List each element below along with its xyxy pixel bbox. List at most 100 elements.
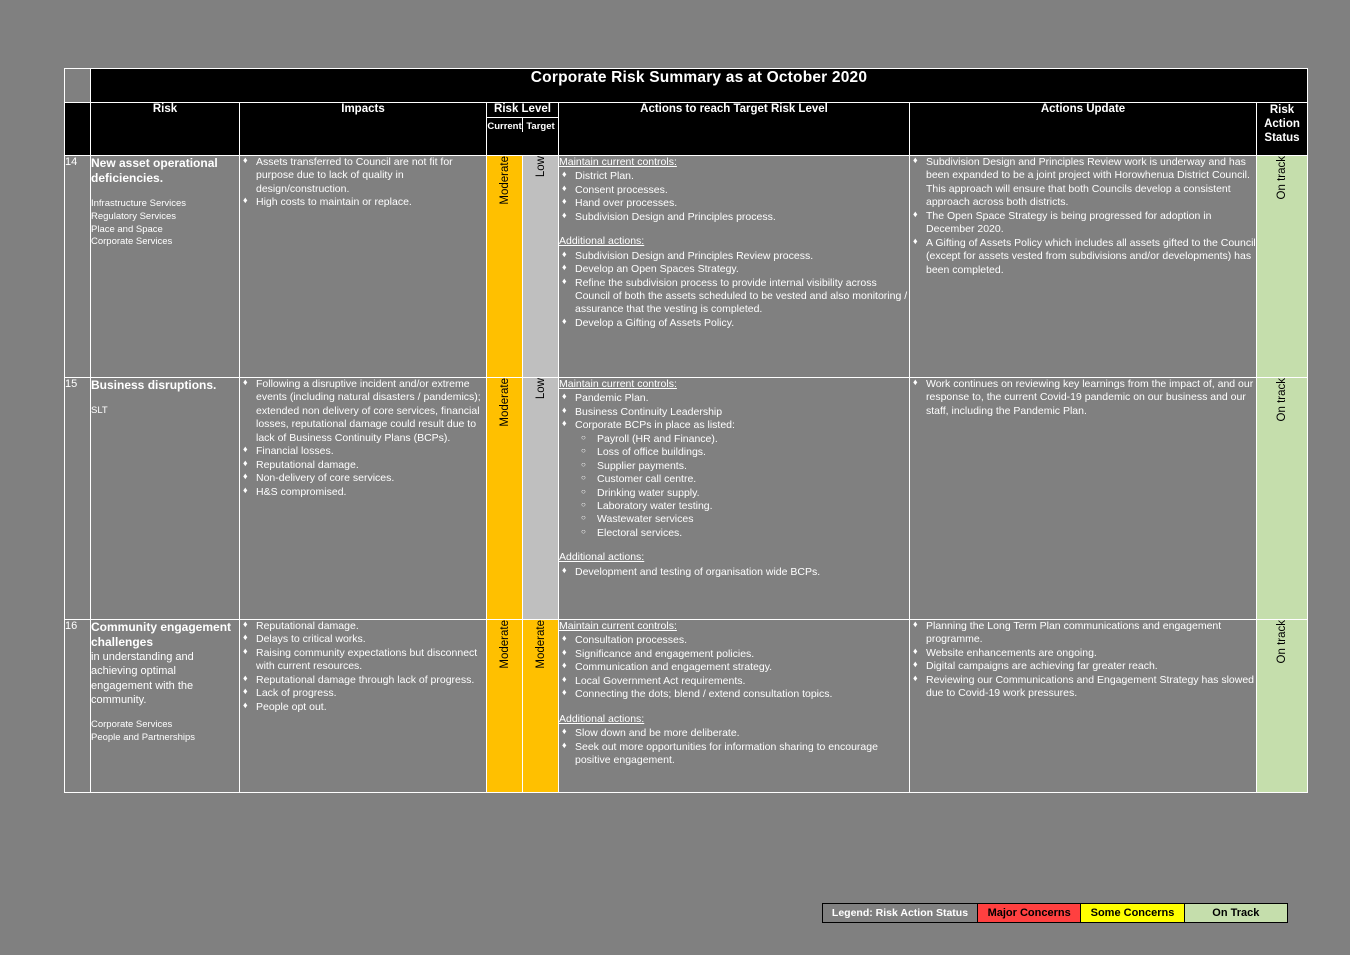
additional-list: Development and testing of organisation … — [559, 565, 909, 579]
updates-list: Subdivision Design and Principles Review… — [910, 155, 1256, 277]
header-status-line-3: Status — [1264, 132, 1300, 145]
impacts-cell: Reputational damage. Delays to critical … — [239, 619, 487, 793]
status-label: On track — [1276, 378, 1288, 422]
status-badge: On track — [1256, 155, 1308, 378]
legend-chip-some-concerns: Some Concerns — [1081, 904, 1185, 922]
list-item: Develop an Open Spaces Strategy. — [559, 262, 909, 276]
impacts-cell: Assets transferred to Council are not fi… — [239, 155, 487, 378]
list-item: Reviewing our Communications and Engagem… — [910, 673, 1256, 701]
list-item: The Open Space Strategy is being progres… — [910, 209, 1256, 237]
list-item: A Gifting of Assets Policy which include… — [910, 236, 1256, 277]
column-header-row: Risk Impacts Risk Level Current Target A… — [64, 102, 1308, 156]
list-item: Wastewater services — [579, 513, 909, 526]
legend-title: Legend: Risk Action Status — [823, 904, 978, 922]
header-risk-level-label: Risk Level — [487, 103, 558, 118]
header-impacts: Impacts — [239, 102, 487, 156]
list-item: Assets transferred to Council are not fi… — [240, 155, 486, 196]
corporate-risk-table: Corporate Risk Summary as at October 202… — [64, 68, 1308, 793]
row-number: 16 — [64, 619, 91, 793]
risk-departments: Infrastructure Services Regulatory Servi… — [91, 198, 187, 248]
risk-level-current: Moderate — [486, 377, 523, 620]
additional-heading: Additional actions: — [559, 235, 645, 248]
actions-update-cell: Planning the Long Term Plan communicatio… — [909, 619, 1257, 793]
list-item: Following a disruptive incident and/or e… — [240, 377, 486, 445]
risk-departments: SLT — [91, 405, 108, 416]
actions-cell: Maintain current controls: Consultation … — [558, 619, 910, 793]
maintain-list: District Plan. Consent processes. Hand o… — [559, 169, 909, 224]
risk-description: Business disruptions. SLT — [90, 377, 240, 620]
legend-chip-on-track: On Track — [1184, 904, 1287, 922]
list-item: Refine the subdivision process to provid… — [559, 275, 909, 317]
maintain-heading: Maintain current controls: — [559, 156, 677, 168]
table-row: 14 New asset operational deficiencies. I… — [64, 155, 1308, 378]
risk-departments: Corporate Services People and Partnershi… — [91, 719, 196, 743]
risk-level-current: Moderate — [486, 155, 523, 378]
list-item: Website enhancements are ongoing. — [910, 646, 1256, 660]
risk-subtitle: in understanding and achieving optimal e… — [91, 651, 194, 706]
impacts-list: Reputational damage. Delays to critical … — [240, 619, 486, 714]
header-risk-action-status: Risk Action Status — [1256, 102, 1308, 156]
header-status-line-1: Risk — [1269, 104, 1295, 116]
maintain-heading: Maintain current controls: — [559, 378, 677, 390]
risk-description: Community engagement challenges in under… — [90, 619, 240, 793]
list-item: Raising community expectations but disco… — [240, 646, 486, 674]
list-item: Reputational damage. — [240, 458, 486, 472]
header-risk-level-target: Target — [526, 121, 555, 132]
table-row: 15 Business disruptions. SLT Following a… — [64, 377, 1308, 620]
list-item: Lack of progress. — [240, 686, 486, 700]
updates-list: Planning the Long Term Plan communicatio… — [910, 619, 1256, 701]
list-item: Seek out more opportunities for informat… — [559, 740, 909, 768]
list-item: Hand over processes. — [559, 196, 909, 210]
risk-level-current-label: Moderate — [498, 378, 511, 427]
updates-list: Work continues on reviewing key learning… — [910, 377, 1256, 418]
maintain-sublist: Payroll (HR and Finance). Loss of office… — [579, 433, 909, 541]
status-badge: On track — [1256, 377, 1308, 620]
legend: Legend: Risk Action Status Major Concern… — [822, 903, 1288, 923]
risk-title: Community engagement challenges — [91, 620, 232, 649]
header-status-line-2: Action — [1264, 118, 1300, 131]
header-actions-update: Actions Update — [909, 102, 1257, 156]
maintain-list: Pandemic Plan. Business Continuity Leade… — [559, 391, 909, 432]
table-row: 16 Community engagement challenges in un… — [64, 619, 1308, 793]
list-item: Consent processes. — [559, 183, 909, 197]
page-title: Corporate Risk Summary as at October 202… — [90, 68, 1308, 103]
actions-update-cell: Subdivision Design and Principles Review… — [909, 155, 1257, 378]
list-item: Payroll (HR and Finance). — [579, 433, 909, 446]
maintain-heading: Maintain current controls: — [559, 620, 677, 632]
risk-level-target: Moderate — [522, 619, 559, 793]
list-item: Subdivision Design and Principles Review… — [910, 155, 1256, 210]
list-item: Connecting the dots; blend / extend cons… — [559, 687, 909, 701]
risk-level-target-label: Low — [534, 156, 547, 178]
list-item: Corporate BCPs in place as listed: — [559, 418, 909, 432]
risk-summary-page: Corporate Risk Summary as at October 202… — [0, 0, 1350, 955]
list-item: Electoral services. — [579, 527, 909, 540]
list-item: Reputational damage through lack of prog… — [240, 673, 486, 687]
risk-level-target-label: Moderate — [534, 620, 547, 669]
list-item: People opt out. — [240, 700, 486, 714]
row-number: 15 — [64, 377, 91, 620]
risk-title: Business disruptions. — [91, 378, 217, 392]
impacts-cell: Following a disruptive incident and/or e… — [239, 377, 487, 620]
maintain-list: Consultation processes. Significance and… — [559, 633, 909, 701]
actions-cell: Maintain current controls: District Plan… — [558, 155, 910, 378]
list-item: Supplier payments. — [579, 460, 909, 473]
header-risk: Risk — [90, 102, 240, 156]
list-item: Drinking water supply. — [579, 487, 909, 500]
status-label: On track — [1276, 156, 1288, 200]
list-item: Digital campaigns are achieving far grea… — [910, 659, 1256, 673]
legend-chip-major-concerns: Major Concerns — [978, 904, 1082, 922]
header-actions: Actions to reach Target Risk Level — [558, 102, 910, 156]
risk-level-current-label: Moderate — [498, 156, 511, 205]
list-item: Subdivision Design and Principles proces… — [559, 210, 909, 224]
risk-level-target: Low — [522, 155, 559, 378]
impacts-list: Assets transferred to Council are not fi… — [240, 155, 486, 210]
list-item: Work continues on reviewing key learning… — [910, 377, 1256, 418]
list-item: Business Continuity Leadership — [559, 405, 909, 419]
header-risk-level: Risk Level Current Target — [486, 102, 559, 156]
list-item: Significance and engagement policies. — [559, 647, 909, 661]
list-item: Consultation processes. — [559, 633, 909, 647]
header-risk-level-current: Current — [487, 118, 523, 132]
list-item: District Plan. — [559, 169, 909, 183]
header-number-blank — [64, 102, 91, 156]
